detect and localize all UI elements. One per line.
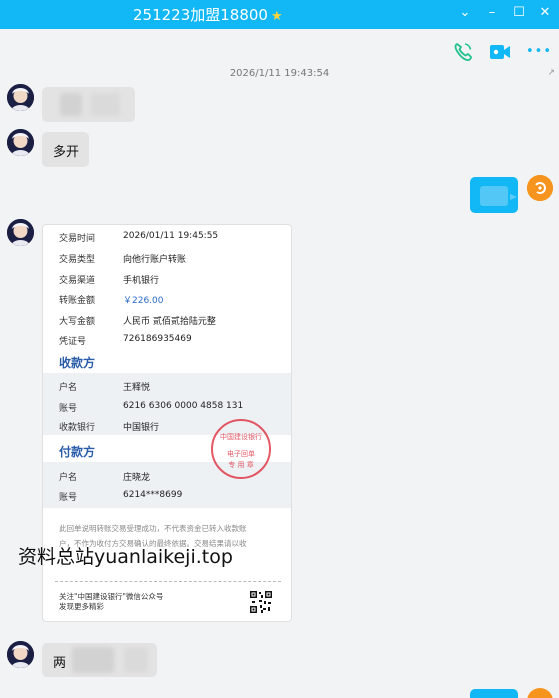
avatar[interactable]	[527, 688, 553, 698]
follow-text: 关注"中国建设银行"微信公众号	[59, 592, 164, 601]
sent-message-bubble[interactable]	[470, 689, 518, 698]
message-bubble[interactable]: 多开	[42, 132, 89, 167]
stamp-text: 电子回单	[227, 450, 255, 458]
receipt-value: 人民币 贰佰贰拾陆元整	[123, 317, 216, 327]
receipt-label: 转账金额	[59, 296, 96, 306]
close-button[interactable]: ✕	[536, 3, 554, 23]
payee-section-header: 收款方	[59, 356, 96, 370]
divider	[55, 581, 281, 582]
avatar[interactable]	[7, 641, 34, 668]
avatar[interactable]	[7, 129, 34, 156]
receipt-value: 手机银行	[123, 276, 160, 286]
more-dots-icon[interactable]: •••	[526, 41, 551, 63]
receipt-value: 中国银行	[123, 423, 160, 433]
title-bar: 251223加盟18800 ★ ⌄ – ☐ ✕	[0, 0, 559, 29]
avatar[interactable]	[527, 175, 553, 201]
maximize-button[interactable]: ☐	[510, 3, 528, 23]
follow-text: 发现更多精彩	[59, 602, 104, 611]
receipt-value: 6214***8699	[123, 490, 183, 500]
blurred-content	[124, 647, 148, 673]
receipt-value: 向他行账户转账	[123, 255, 187, 265]
message-bubble[interactable]: 两	[42, 643, 157, 677]
receipt-label: 大写金额	[59, 317, 96, 327]
stamp-text: 专 用 章	[228, 461, 254, 469]
chat-toolbar: •••	[0, 29, 559, 73]
blurred-content	[72, 647, 114, 673]
receipt-value: 2026/01/11 19:45:55	[123, 231, 219, 241]
transfer-amount: ￥226.00	[123, 296, 164, 306]
blurred-content	[60, 93, 82, 116]
blurred-content	[480, 186, 517, 206]
star-icon: ★	[270, 9, 283, 24]
sent-message-bubble[interactable]	[470, 177, 518, 213]
expand-icon[interactable]: ↗	[547, 68, 555, 78]
message-timestamp: 2026/1/11 19:43:54	[229, 68, 330, 79]
minimize-button[interactable]: –	[483, 3, 501, 23]
chevron-down-icon[interactable]: ⌄	[456, 3, 474, 23]
receipt-value: 6216 6306 0000 4858 131	[123, 401, 244, 411]
receipt-label: 凭证号	[59, 337, 87, 347]
receipt-label: 账号	[59, 404, 78, 414]
receipt-label: 交易渠道	[59, 276, 96, 286]
message-text: 两	[53, 656, 67, 671]
window-title: 251223加盟18800 ★	[133, 4, 283, 25]
qr-code-icon	[249, 590, 273, 614]
bank-seal-stamp: 中国建设银行 电子回单 专 用 章	[211, 419, 271, 479]
receipt-label: 收款银行	[59, 423, 96, 433]
video-camera-icon[interactable]	[488, 41, 510, 63]
message-bubble-blurred[interactable]	[42, 87, 135, 122]
receipt-label: 账号	[59, 493, 78, 503]
receipt-label: 交易类型	[59, 255, 96, 265]
blurred-content	[90, 93, 120, 116]
payer-section-header: 付款方	[59, 445, 96, 459]
stamp-text: 中国建设银行	[220, 433, 262, 441]
receipt-value: 王释悦	[123, 383, 151, 393]
receipt-label: 交易时间	[59, 234, 96, 244]
phone-icon[interactable]	[452, 41, 474, 63]
message-text: 多开	[53, 145, 80, 160]
window-title-text: 251223加盟18800	[133, 6, 268, 24]
receipt-value: 726186935469	[123, 334, 192, 344]
avatar[interactable]	[7, 219, 34, 246]
receipt-label: 户名	[59, 383, 78, 393]
receipt-label: 户名	[59, 473, 78, 483]
avatar[interactable]	[7, 84, 34, 111]
watermark-text: 资料总站yuanlaikeji.top	[18, 546, 233, 568]
receipt-notice: 此回单说明转账交易受理成功，不代表资金已转入收款账	[59, 524, 247, 533]
receipt-value: 庄晓龙	[123, 473, 151, 483]
